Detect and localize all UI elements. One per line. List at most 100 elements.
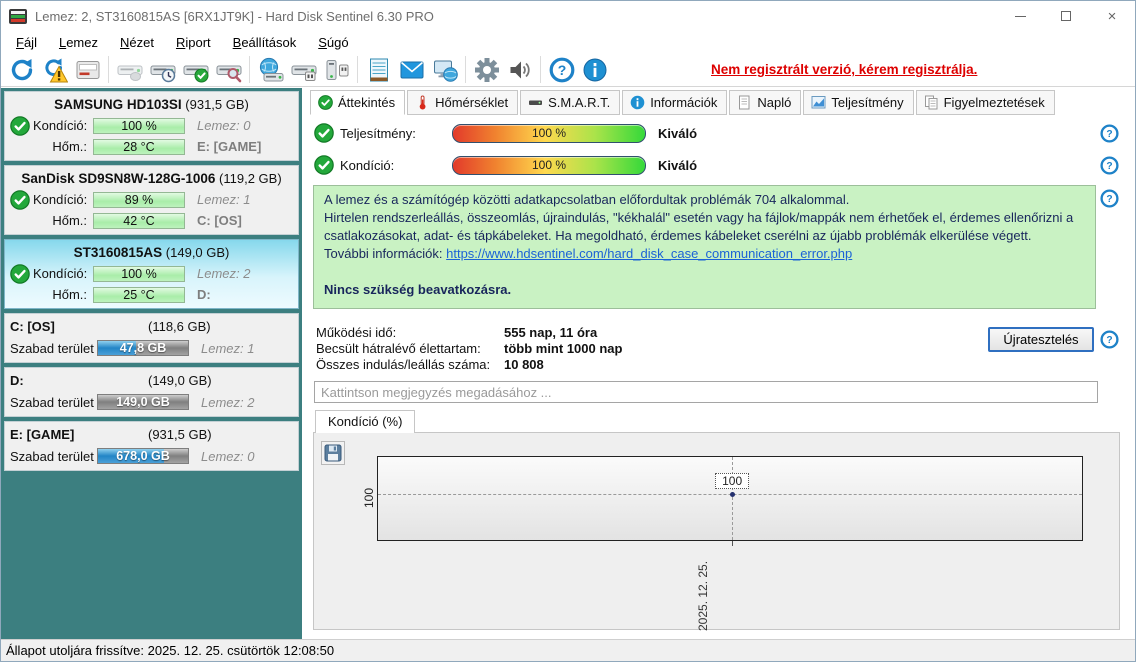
temperature-label: Hőm.: <box>52 139 87 154</box>
temperature-bar: 42 °C <box>93 212 185 229</box>
performance-label: Teljesítmény: <box>340 125 416 141</box>
tab-smart[interactable]: S.M.A.R.T. <box>520 90 621 115</box>
registration-notice-link[interactable]: Nem regisztrált verzió, kérem regisztrál… <box>711 62 977 77</box>
help-icon[interactable] <box>1100 330 1119 349</box>
info-icon <box>630 95 645 109</box>
data-point <box>730 491 736 497</box>
drive-letter: D: <box>197 287 211 302</box>
performance-row: Teljesítmény: 100 % Kiváló <box>312 122 697 144</box>
power-on-time-value: 555 nap, 11 óra <box>504 325 598 340</box>
status-ok-icon <box>314 155 334 175</box>
more-info-link[interactable]: https://www.hdsentinel.com/hard_disk_cas… <box>446 246 852 261</box>
status-ok-icon <box>10 263 30 284</box>
info-icon[interactable] <box>578 55 611 85</box>
overview-panel: Áttekintés Hőmérséklet S.M.A.R.T. Inform… <box>302 88 1135 639</box>
partition-card-e[interactable]: E: [GAME] (931,5 GB) Szabad terület 678,… <box>4 421 299 471</box>
log-icon[interactable] <box>362 55 395 85</box>
temperature-label: Hőm.: <box>52 213 87 228</box>
menu-file[interactable]: Fájl <box>5 33 48 52</box>
report-icon[interactable] <box>71 55 104 85</box>
settings-gear-icon[interactable] <box>470 55 503 85</box>
power-on-time-label: Működési idő: <box>316 325 397 340</box>
refresh-warning-icon[interactable] <box>38 55 71 85</box>
tab-performance[interactable]: Teljesítmény <box>803 90 914 115</box>
performance-bar: 100 % <box>452 123 646 143</box>
partition-card-c[interactable]: C: [OS] (118,6 GB) Szabad terület 47,8 G… <box>4 313 299 363</box>
minimize-button[interactable] <box>997 1 1043 31</box>
status-ok-icon <box>314 123 334 143</box>
help-icon[interactable] <box>1100 124 1119 143</box>
chart-icon <box>811 95 826 108</box>
disk-card-seagate-selected[interactable]: ST3160815AS (149,0 GB) Kondíció: 100 % L… <box>4 239 299 309</box>
disk-connect-icon[interactable] <box>320 55 353 85</box>
disk-title: SanDisk SD9SN8W-128G-1006 (119,2 GB) <box>21 171 282 186</box>
disk-schedule-icon[interactable] <box>146 55 179 85</box>
maximize-button[interactable] <box>1043 1 1089 31</box>
disk-number: Lemez: 0 <box>201 448 255 464</box>
close-button[interactable]: × <box>1089 1 1135 31</box>
condition-rating: Kiváló <box>658 157 698 173</box>
retest-button[interactable]: Újratesztelés <box>988 327 1094 352</box>
disk-number: Lemez: 0 <box>197 118 251 133</box>
partition-card-d[interactable]: D: (149,0 GB) Szabad terület 149,0 GB Le… <box>4 367 299 417</box>
disk-offline-icon[interactable] <box>113 55 146 85</box>
menu-help[interactable]: Súgó <box>307 33 359 52</box>
help-icon[interactable] <box>1100 189 1119 208</box>
mail-icon[interactable] <box>395 55 428 85</box>
status-bar: Állapot utoljára frissítve: 2025. 12. 25… <box>1 639 1135 661</box>
disk-power-icon[interactable] <box>287 55 320 85</box>
x-axis-tickmark <box>732 541 734 546</box>
partition-name: C: [OS] <box>10 319 55 334</box>
condition-bar: 100 % <box>93 265 185 282</box>
menu-settings[interactable]: Beállítások <box>222 33 308 52</box>
disk-card-sandisk[interactable]: SanDisk SD9SN8W-128G-1006 (119,2 GB) Kon… <box>4 165 299 235</box>
toolbar-separator <box>357 56 358 83</box>
lifetime-value: több mint 1000 nap <box>504 341 623 357</box>
status-ok-icon <box>10 189 30 210</box>
disk-sidebar: SAMSUNG HD103SI (931,5 GB) Kondíció: 100… <box>1 88 302 639</box>
condition-bar: 100 % <box>93 117 185 134</box>
tab-temperature[interactable]: Hőmérséklet <box>407 90 519 115</box>
disk-number: Lemez: 1 <box>197 192 251 207</box>
toolbar-separator <box>108 56 109 83</box>
menu-report[interactable]: Riport <box>165 33 222 52</box>
free-space-label: Szabad terület <box>10 448 94 464</box>
message-line2: Hirtelen rendszerleállás, összeomlás, új… <box>324 209 1074 243</box>
refresh-icon[interactable] <box>5 55 38 85</box>
menu-bar: Fájl Lemez Nézet Riport Beállítások Súgó <box>1 31 1135 53</box>
drive-letter: C: [OS] <box>197 213 242 228</box>
tab-log[interactable]: Napló <box>729 90 802 115</box>
plot-area: 100 <box>377 456 1083 541</box>
message-more-info: További információk: https://www.hdsenti… <box>324 245 853 261</box>
free-space-bar: 47,8 GB <box>97 340 189 356</box>
sound-icon[interactable] <box>503 55 536 85</box>
disk-title: SAMSUNG HD103SI (931,5 GB) <box>54 97 249 112</box>
free-space-label: Szabad terület <box>10 394 94 410</box>
tab-strip: Áttekintés Hőmérséklet S.M.A.R.T. Inform… <box>310 90 1055 115</box>
disk-icon <box>529 100 543 105</box>
help-icon[interactable] <box>1100 156 1119 175</box>
disk-accept-icon[interactable] <box>179 55 212 85</box>
tab-overview[interactable]: Áttekintés <box>310 90 406 115</box>
documents-icon <box>924 95 938 109</box>
help-icon[interactable] <box>545 55 578 85</box>
network-disk-icon[interactable] <box>254 55 287 85</box>
remote-monitor-icon[interactable] <box>428 55 461 85</box>
menu-view[interactable]: Nézet <box>109 33 165 52</box>
maximize-icon <box>1061 11 1071 21</box>
chart-tab-condition[interactable]: Kondíció (%) <box>315 410 416 433</box>
tab-information[interactable]: Információk <box>622 90 728 115</box>
status-ok-icon <box>318 95 333 110</box>
toolbar-separator <box>540 56 541 83</box>
menu-disk[interactable]: Lemez <box>48 33 109 52</box>
message-line1: A lemez és a számítógép közötti adatkapc… <box>324 192 850 207</box>
partition-name: E: [GAME] <box>10 427 75 442</box>
partition-size: (118,6 GB) <box>148 319 211 334</box>
condition-row: Kondíció: 100 % Kiváló <box>312 154 697 176</box>
comment-input[interactable] <box>314 381 1098 403</box>
disk-card-samsung[interactable]: SAMSUNG HD103SI (931,5 GB) Kondíció: 100… <box>4 91 299 161</box>
tab-warnings[interactable]: Figyelmeztetések <box>915 90 1055 115</box>
disk-surface-test-icon[interactable] <box>212 55 245 85</box>
save-chart-button[interactable] <box>321 441 345 465</box>
document-icon <box>739 95 750 109</box>
